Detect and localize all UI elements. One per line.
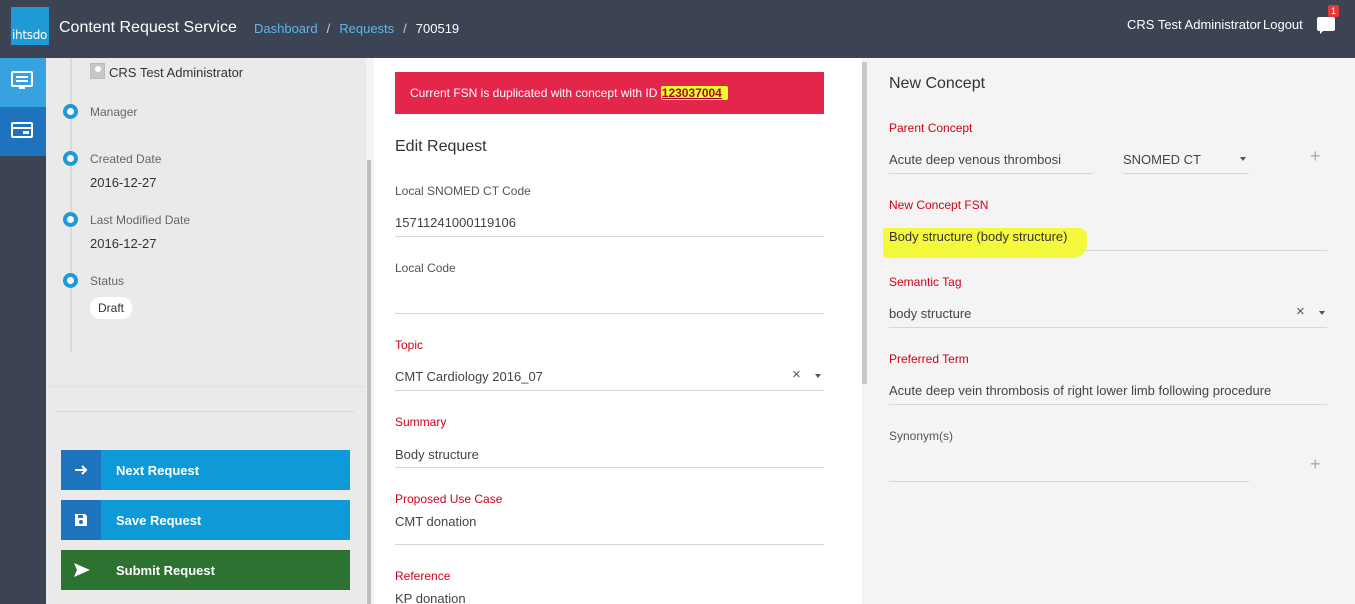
fsn-input[interactable]: Body structure (body structure) <box>889 229 1067 244</box>
app-title: Content Request Service <box>59 19 237 36</box>
top-bar: ihtsdo Content Request Service Dashboard… <box>0 0 1355 58</box>
last-modified-label: Last Modified Date <box>90 213 191 227</box>
notification-icon[interactable]: 1 <box>1317 5 1340 35</box>
clear-semantic-tag-icon[interactable]: × <box>1296 303 1305 320</box>
alert-message: Current FSN is duplicated with concept w… <box>410 86 658 100</box>
ihtsdo-logo[interactable]: ihtsdo <box>11 7 49 45</box>
fsn-label: New Concept FSN <box>889 198 989 212</box>
user-name[interactable]: CRS Test Administrator <box>1127 17 1261 32</box>
breadcrumb-requests-link[interactable]: Requests <box>339 21 394 36</box>
reference-input[interactable]: KP donation <box>395 591 466 604</box>
breadcrumb-separator: / <box>326 21 331 36</box>
edit-request-panel: Current FSN is duplicated with concept w… <box>374 58 862 604</box>
created-date-value: 2016-12-27 <box>90 175 157 190</box>
add-synonym-icon[interactable]: + <box>1310 454 1321 475</box>
save-request-button[interactable]: Save Request <box>61 500 350 540</box>
status-label: Status <box>90 274 125 288</box>
breadcrumb: Dashboard / Requests / 700519 <box>254 21 459 36</box>
divider <box>46 386 366 387</box>
parent-source-select[interactable]: SNOMED CT <box>1123 152 1201 167</box>
edit-request-title: Edit Request <box>395 138 487 155</box>
notification-count: 1 <box>1328 5 1340 17</box>
icon-rail <box>0 58 46 604</box>
summary-input[interactable]: Body structure <box>395 447 479 462</box>
summary-label: Summary <box>395 415 447 429</box>
chat-bubble-icon <box>1317 17 1335 31</box>
user-avatar-icon <box>90 63 105 79</box>
timeline-dot-icon <box>63 212 78 227</box>
save-request-label: Save Request <box>116 513 202 528</box>
use-case-input[interactable]: CMT donation <box>395 514 476 529</box>
submit-request-button[interactable]: Submit Request <box>61 550 350 590</box>
add-parent-icon[interactable]: + <box>1310 146 1321 167</box>
parent-source-dropdown-icon[interactable] <box>1240 157 1246 161</box>
preferred-term-input[interactable]: Acute deep vein thrombosis of right lowe… <box>889 383 1271 398</box>
clear-topic-icon[interactable]: × <box>792 366 801 383</box>
last-modified-value: 2016-12-27 <box>90 236 157 251</box>
topic-dropdown-icon[interactable] <box>815 374 821 378</box>
submit-request-label: Submit Request <box>116 563 215 578</box>
use-case-label: Proposed Use Case <box>395 492 503 506</box>
semantic-tag-dropdown-icon[interactable] <box>1319 311 1325 315</box>
request-sidebar: CRS Test Administrator Manager Created D… <box>46 58 366 604</box>
topic-label: Topic <box>395 338 424 352</box>
rail-dashboard-button[interactable] <box>0 58 46 107</box>
arrow-right-icon <box>75 465 88 475</box>
timeline-line <box>70 58 72 352</box>
semantic-tag-select[interactable]: body structure <box>889 306 971 321</box>
breadcrumb-dashboard-link[interactable]: Dashboard <box>254 21 318 36</box>
timeline-dot-icon <box>63 151 78 166</box>
card-icon <box>11 122 33 138</box>
breadcrumb-current: 700519 <box>415 21 460 36</box>
new-concept-panel: New Concept Parent Concept Acute deep ve… <box>869 58 1355 604</box>
edit-panel-scrollbar[interactable] <box>862 62 867 384</box>
next-request-label: Next Request <box>116 463 200 478</box>
breadcrumb-separator: / <box>403 21 407 36</box>
manager-label: Manager <box>90 105 138 119</box>
local-snomed-label: Local SNOMED CT Code <box>395 184 531 198</box>
request-owner: CRS Test Administrator <box>109 65 244 80</box>
send-icon <box>74 563 90 577</box>
local-code-label: Local Code <box>395 261 456 275</box>
semantic-tag-label: Semantic Tag <box>889 275 962 289</box>
timeline-dot-icon <box>63 104 78 119</box>
created-date-label: Created Date <box>90 152 162 166</box>
divider <box>56 411 354 412</box>
timeline-dot-icon <box>63 273 78 288</box>
monitor-icon <box>11 71 33 89</box>
save-icon <box>75 514 87 526</box>
local-snomed-input[interactable]: 15711241000119106 <box>395 215 516 230</box>
logo-text: ihtsdo <box>12 28 48 42</box>
parent-concept-label: Parent Concept <box>889 121 973 135</box>
duplicate-concept-link[interactable]: 123037004 <box>660 86 728 100</box>
status-badge: Draft <box>90 297 133 319</box>
preferred-term-label: Preferred Term <box>889 352 969 366</box>
rail-requests-button[interactable] <box>0 107 46 156</box>
parent-concept-input[interactable]: Acute deep venous thrombosi <box>889 152 1061 167</box>
reference-label: Reference <box>395 569 451 583</box>
logout-link[interactable]: Logout <box>1263 17 1303 32</box>
sidebar-scrollbar[interactable] <box>367 160 371 604</box>
topic-select[interactable]: CMT Cardiology 2016_07 <box>395 369 543 384</box>
synonyms-label: Synonym(s) <box>889 429 954 443</box>
new-concept-title: New Concept <box>889 75 986 92</box>
next-request-button[interactable]: Next Request <box>61 450 350 490</box>
duplicate-fsn-alert: Current FSN is duplicated with concept w… <box>395 72 824 114</box>
